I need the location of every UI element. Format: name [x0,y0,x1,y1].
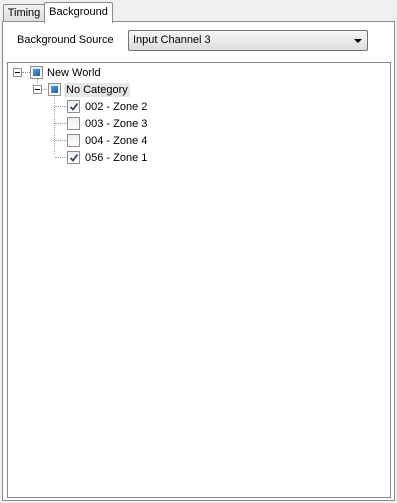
tree-connector [55,106,67,107]
background-tab-panel: Background Source Input Channel 3 New Wo… [2,21,395,501]
tree-node-no-category[interactable]: No Category [64,83,130,97]
tree-node-new-world[interactable]: New World [47,66,101,80]
zone-3-checkbox[interactable] [67,117,80,130]
tree-node-zone[interactable]: 002 - Zone 2 [85,100,147,114]
collapse-new-world-icon[interactable] [13,68,22,77]
tree-node-zone[interactable]: 004 - Zone 4 [85,134,147,148]
new-world-checkbox[interactable] [30,66,43,79]
checkmark-icon [69,154,79,162]
collapse-no-category-icon[interactable] [33,85,42,94]
tree-connector [55,140,67,141]
tree-connector [42,89,47,90]
zone-2-checkbox[interactable] [67,100,80,113]
background-source-label: Background Source [17,34,114,46]
dropdown-arrow-icon[interactable] [354,39,362,43]
tab-background[interactable]: Background [44,2,113,23]
zone-4-checkbox[interactable] [67,134,80,147]
no-category-checkbox[interactable] [48,83,61,96]
tree-connector [55,123,67,124]
tab-strip: Timing Background [2,2,395,23]
tree-node-zone[interactable]: 003 - Zone 3 [85,117,147,131]
tree-connector [55,157,67,158]
zone-tree[interactable]: New World No Category 002 - Zone 2 003 -… [7,62,391,498]
background-source-value: Input Channel 3 [133,34,211,46]
checkmark-icon [69,103,79,111]
tree-node-zone[interactable]: 056 - Zone 1 [85,151,147,165]
zone-1-checkbox[interactable] [67,151,80,164]
background-source-dropdown[interactable]: Input Channel 3 [128,30,368,51]
tree-connector [22,72,30,73]
tree-connector [54,95,55,154]
